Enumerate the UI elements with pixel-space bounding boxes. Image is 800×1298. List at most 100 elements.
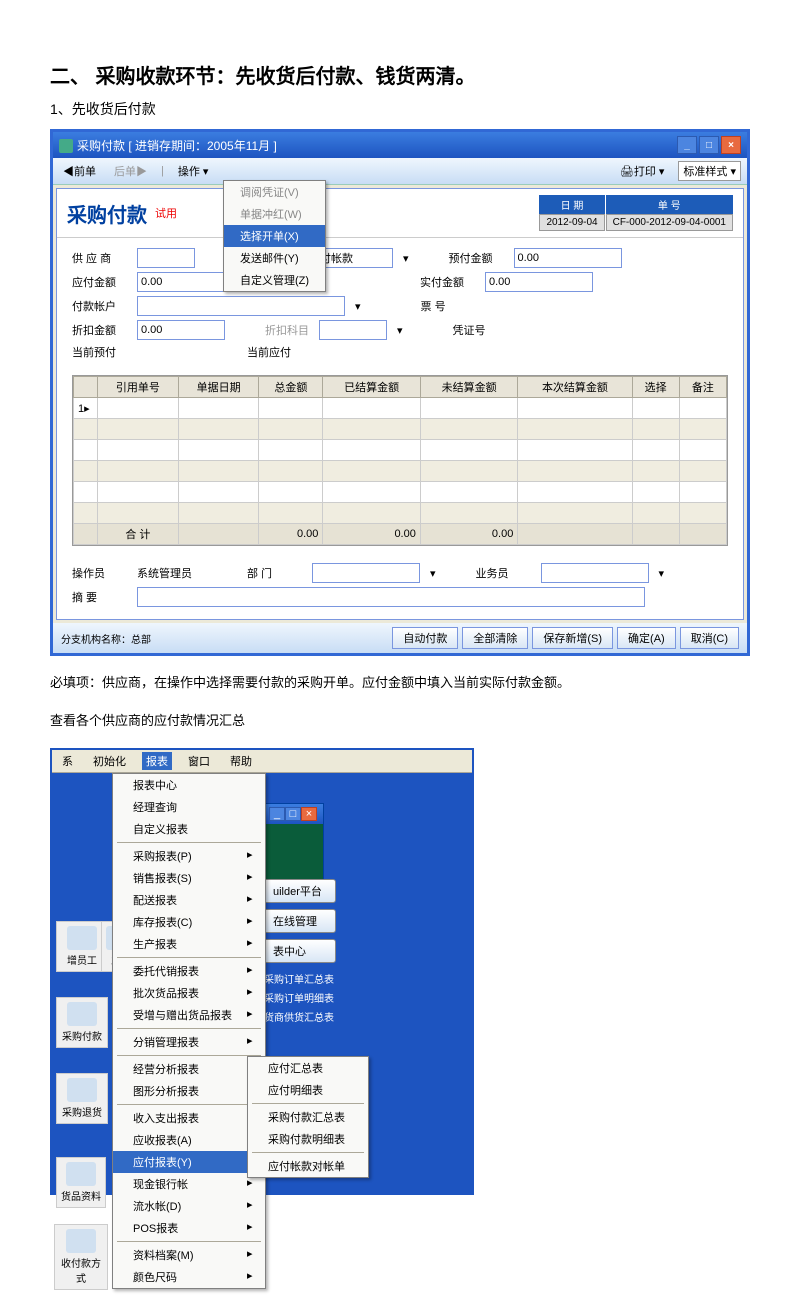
- payment-window: 采购付款 [ 进销存期间：2005年11月 ] _ □ × ◀前单 后单▶ | …: [50, 129, 750, 656]
- toolbar: ◀前单 后单▶ | 操作 ▾ 🖨打印 ▾ 标准样式 ▾: [53, 158, 747, 185]
- mi-production[interactable]: 生产报表: [113, 933, 265, 955]
- ok-button[interactable]: 确定(A): [617, 627, 676, 649]
- sales-input[interactable]: [541, 563, 649, 583]
- operation-menu[interactable]: 操作 ▾: [174, 162, 213, 180]
- icon-goods[interactable]: 货品资料: [56, 1157, 106, 1208]
- menu-window[interactable]: 窗口: [184, 752, 214, 770]
- report-submenu: 报表中心 经理查询 自定义报表 采购报表(P) 销售报表(S) 配送报表 库存报…: [112, 773, 266, 1289]
- cancel-button[interactable]: 取消(C): [680, 627, 739, 649]
- mi-sales[interactable]: 销售报表(S): [113, 867, 265, 889]
- clearall-button[interactable]: 全部清除: [462, 627, 528, 649]
- description-2: 查看各个供应商的应付款情况汇总: [50, 709, 750, 732]
- side-icons: 增员工 业务 采购付款 采购退货 货品资料 收付款方式: [52, 913, 112, 1298]
- mi-customreport[interactable]: 自定义报表: [113, 818, 265, 840]
- mi-journal[interactable]: 流水帐(D): [113, 1195, 265, 1217]
- fi-paydetail[interactable]: 采购付款明细表: [248, 1128, 368, 1150]
- savenew-button[interactable]: 保存新增(S): [532, 627, 613, 649]
- mi-analysis[interactable]: 经营分析报表: [113, 1058, 265, 1080]
- mi-consign[interactable]: 委托代销报表: [113, 960, 265, 982]
- mi-reportcenter[interactable]: 报表中心: [113, 774, 265, 796]
- fi-reconcile[interactable]: 应付帐款对帐单: [248, 1155, 368, 1177]
- ticket-label: 票 号: [421, 298, 476, 314]
- table-row: [74, 440, 727, 461]
- col-thistime: 本次结算金额: [518, 377, 632, 398]
- mi-colorsize[interactable]: 颜色尺码: [113, 1266, 265, 1288]
- menu-reverse: 单据冲红(W): [224, 203, 325, 225]
- col-total: 总金额: [259, 377, 323, 398]
- menu-sys[interactable]: 系: [58, 752, 77, 770]
- menu-init[interactable]: 初始化: [89, 752, 130, 770]
- panel-reportcenter[interactable]: 表中心: [262, 939, 336, 963]
- menu-email[interactable]: 发送邮件(Y): [224, 247, 325, 269]
- discount-label: 折扣金额: [72, 322, 127, 338]
- icon-paymethod[interactable]: 收付款方式: [54, 1224, 108, 1290]
- operation-dropdown: 调阅凭证(V) 单据冲红(W) 选择开单(X) 发送邮件(Y) 自定义管理(Z): [223, 180, 326, 292]
- mdi-background: 报表中心 经理查询 自定义报表 采购报表(P) 销售报表(S) 配送报表 库存报…: [52, 773, 472, 1193]
- mi-distribution[interactable]: 分销管理报表: [113, 1031, 265, 1053]
- branch-label: 分支机构名称：总部: [61, 631, 388, 646]
- payable-label: 应付金额: [72, 274, 127, 290]
- account-input[interactable]: [137, 296, 345, 316]
- col-settled: 已结算金额: [323, 377, 420, 398]
- print-button[interactable]: 🖨打印 ▾: [616, 162, 669, 180]
- mi-pos[interactable]: POS报表: [113, 1217, 265, 1239]
- menu-select-bill[interactable]: 选择开单(X): [224, 225, 325, 247]
- mi-archive[interactable]: 资料档案(M): [113, 1244, 265, 1266]
- menu-voucher[interactable]: 调阅凭证(V): [224, 181, 325, 203]
- prev-button[interactable]: ◀前单: [59, 162, 100, 180]
- detail-grid[interactable]: 引用单号 单据日期 总金额 已结算金额 未结算金额 本次结算金额 选择 备注 1…: [72, 375, 728, 546]
- report-menu-window: 系 初始化 报表 窗口 帮助 报表中心 经理查询 自定义报表 采购报表(P) 销…: [50, 748, 474, 1195]
- curpay-label: 当前应付: [247, 344, 302, 360]
- dept-input[interactable]: [312, 563, 420, 583]
- summary-input[interactable]: [137, 587, 645, 607]
- subject-input[interactable]: [319, 320, 387, 340]
- supplier-input[interactable]: [137, 248, 195, 268]
- curprepay-label: 当前预付: [72, 344, 127, 360]
- mi-batch[interactable]: 批次货品报表: [113, 982, 265, 1004]
- mi-delivery[interactable]: 配送报表: [113, 889, 265, 911]
- menu-help[interactable]: 帮助: [226, 752, 256, 770]
- mi-graph[interactable]: 图形分析报表: [113, 1080, 265, 1102]
- mi-purchase[interactable]: 采购报表(P): [113, 845, 265, 867]
- table-row: [74, 503, 727, 524]
- voucher-label: 凭证号: [453, 322, 508, 338]
- minimize-icon[interactable]: _: [677, 136, 697, 154]
- icon-return[interactable]: 采购退货: [56, 1073, 108, 1124]
- col-refno: 引用单号: [98, 377, 179, 398]
- mi-gift[interactable]: 受增与赠出货品报表: [113, 1004, 265, 1026]
- maximize-icon[interactable]: □: [699, 136, 719, 154]
- supplier-label: 供 应 商: [72, 250, 127, 266]
- inner-close-icon[interactable]: ×: [301, 807, 317, 821]
- discount-input[interactable]: [137, 320, 225, 340]
- summary-label: 摘 要: [72, 589, 127, 605]
- payable-input[interactable]: [137, 272, 225, 292]
- table-row: [74, 461, 727, 482]
- prepay-input[interactable]: [514, 248, 622, 268]
- panel-builder[interactable]: uilder平台: [262, 879, 336, 903]
- next-button: 后单▶: [110, 162, 151, 180]
- menu-report[interactable]: 报表: [142, 752, 172, 770]
- fi-detail[interactable]: 应付明细表: [248, 1079, 368, 1101]
- close-icon[interactable]: ×: [721, 136, 741, 154]
- panel-online[interactable]: 在线管理: [262, 909, 336, 933]
- fi-paysummary[interactable]: 采购付款汇总表: [248, 1106, 368, 1128]
- autopay-button[interactable]: 自动付款: [392, 627, 458, 649]
- menu-custom[interactable]: 自定义管理(Z): [224, 269, 325, 291]
- icon-payment[interactable]: 采购付款: [56, 997, 108, 1048]
- mi-income[interactable]: 收入支出报表: [113, 1107, 265, 1129]
- mi-payable[interactable]: 应付报表(Y): [113, 1151, 265, 1173]
- bill-no-value: CF-000-2012-09-04-0001: [606, 214, 733, 231]
- actual-input[interactable]: [485, 272, 593, 292]
- inner-max-icon[interactable]: □: [285, 807, 301, 821]
- mi-stock[interactable]: 库存报表(C): [113, 911, 265, 933]
- fi-summary[interactable]: 应付汇总表: [248, 1057, 368, 1079]
- mi-receivable[interactable]: 应收报表(A): [113, 1129, 265, 1151]
- mi-cashbank[interactable]: 现金银行帐: [113, 1173, 265, 1195]
- mi-managerquery[interactable]: 经理查询: [113, 796, 265, 818]
- table-row: [74, 419, 727, 440]
- style-select[interactable]: 标准样式 ▾: [678, 161, 741, 181]
- description-1: 必填项：供应商，在操作中选择需要付款的采购开单。应付金额中填入当前实际付款金额。: [50, 671, 750, 694]
- inner-min-icon[interactable]: _: [269, 807, 285, 821]
- trial-watermark: 试用: [155, 205, 177, 221]
- date-value: 2012-09-04: [539, 214, 604, 231]
